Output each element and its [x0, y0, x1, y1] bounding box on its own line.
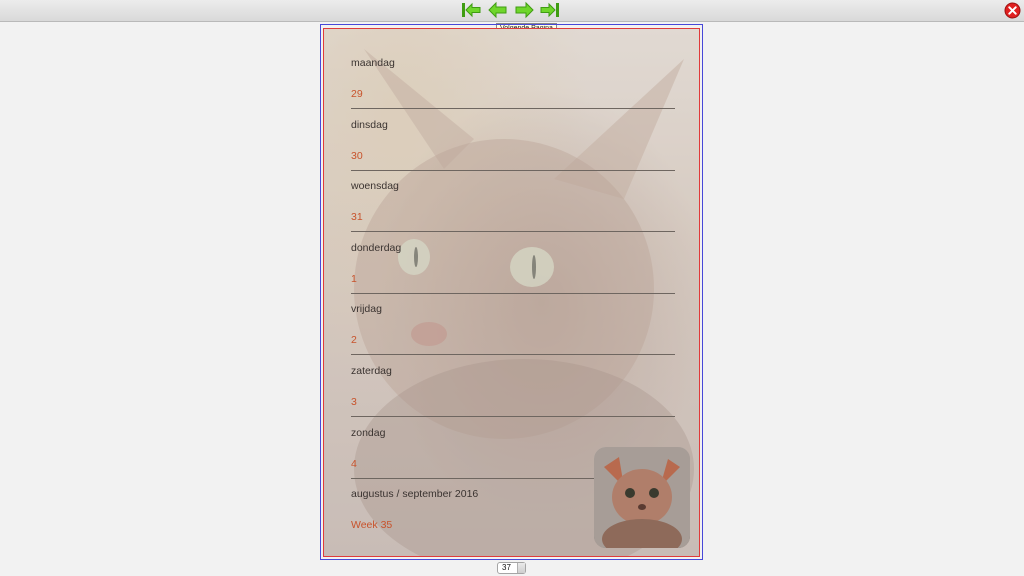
close-button[interactable]	[1004, 2, 1021, 19]
day-separator	[351, 108, 675, 109]
previous-page-icon	[488, 1, 507, 19]
day-label: dinsdag	[351, 118, 388, 131]
next-page-icon	[515, 1, 534, 19]
day-label: donderdag	[351, 241, 402, 254]
day-number: 31	[351, 211, 363, 224]
day-label: zaterdag	[351, 365, 392, 377]
day-label: vrijdag	[351, 303, 382, 316]
day-number: 30	[351, 149, 363, 162]
day-label: maandag	[351, 57, 395, 69]
day-number: 29	[351, 88, 363, 100]
page-number-value: 37	[502, 563, 511, 572]
day-number: 3	[351, 396, 357, 408]
week-label: Week 35	[351, 519, 393, 532]
page-number-select[interactable]: 37	[497, 562, 526, 574]
close-icon	[1004, 2, 1021, 19]
last-page-icon	[540, 2, 559, 18]
cat-photo-icon	[594, 447, 690, 548]
day-separator	[351, 416, 675, 417]
day-separator	[351, 354, 675, 356]
day-number: 1	[351, 272, 357, 285]
last-page-button[interactable]	[539, 1, 561, 19]
spinner-arrows-icon[interactable]	[517, 563, 525, 573]
day-separator	[351, 169, 675, 171]
day-label: zondag	[351, 426, 386, 439]
first-page-icon	[462, 2, 481, 18]
day-number: 2	[351, 334, 357, 347]
day-separator	[351, 292, 675, 294]
previous-page-button[interactable]	[487, 1, 509, 19]
toolbar	[0, 0, 1024, 22]
next-page-button[interactable]	[513, 1, 535, 19]
first-page-button[interactable]	[460, 1, 482, 19]
month-label: augustus / september 2016	[351, 488, 479, 501]
cat-thumbnail	[594, 447, 690, 548]
day-number: 4	[351, 457, 357, 470]
day-label: woensdag	[351, 180, 399, 193]
day-separator	[351, 231, 675, 233]
